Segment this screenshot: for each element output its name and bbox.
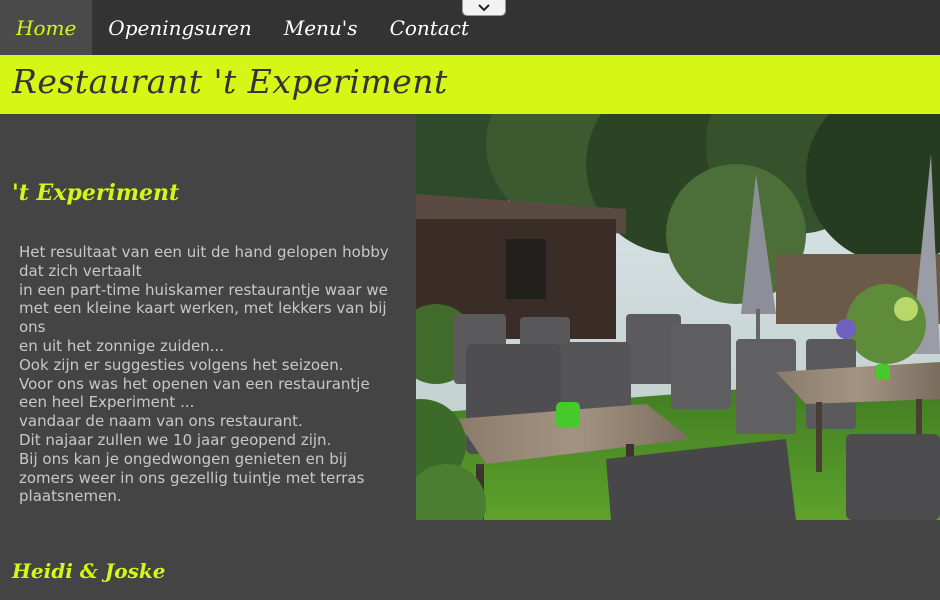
intro-line: Bij ons kan je ongedwongen genieten en b… <box>19 449 365 506</box>
nav-item-menus[interactable]: Menu's <box>268 0 374 55</box>
signature: Heidi & Joske <box>12 559 166 583</box>
terrace-photo-illustration <box>416 114 940 520</box>
intro-line: Voor ons was het openen van een restaura… <box>19 374 370 412</box>
intro-line: vandaar de naam van ons restaurant. <box>19 412 303 431</box>
intro-line: met een kleine kaart werken, met lekkers… <box>19 299 387 337</box>
chevron-down-icon <box>478 4 490 12</box>
site-title: Restaurant 't Experiment <box>12 62 448 101</box>
intro-line: Dit najaar zullen we 10 jaar geopend zij… <box>19 430 332 449</box>
intro-line: Het resultaat van een uit de hand gelope… <box>19 243 389 280</box>
intro-line: Ook zijn er suggesties volgens het seizo… <box>19 355 344 374</box>
intro-section: 't Experiment Het resultaat van een uit … <box>0 114 415 600</box>
section-title: 't Experiment <box>12 180 180 206</box>
intro-text: Het resultaat van een uit de hand gelope… <box>19 243 389 506</box>
site-banner: Restaurant 't Experiment <box>0 55 940 114</box>
nav-item-openingsuren[interactable]: Openingsuren <box>92 0 267 55</box>
terrace-photo <box>416 114 940 520</box>
collapse-toggle[interactable] <box>462 0 506 16</box>
intro-line: in een part-time huiskamer restaurantje … <box>19 280 388 299</box>
intro-line: en uit het zonnige zuiden... <box>19 336 225 355</box>
nav-item-home[interactable]: Home <box>0 0 93 55</box>
